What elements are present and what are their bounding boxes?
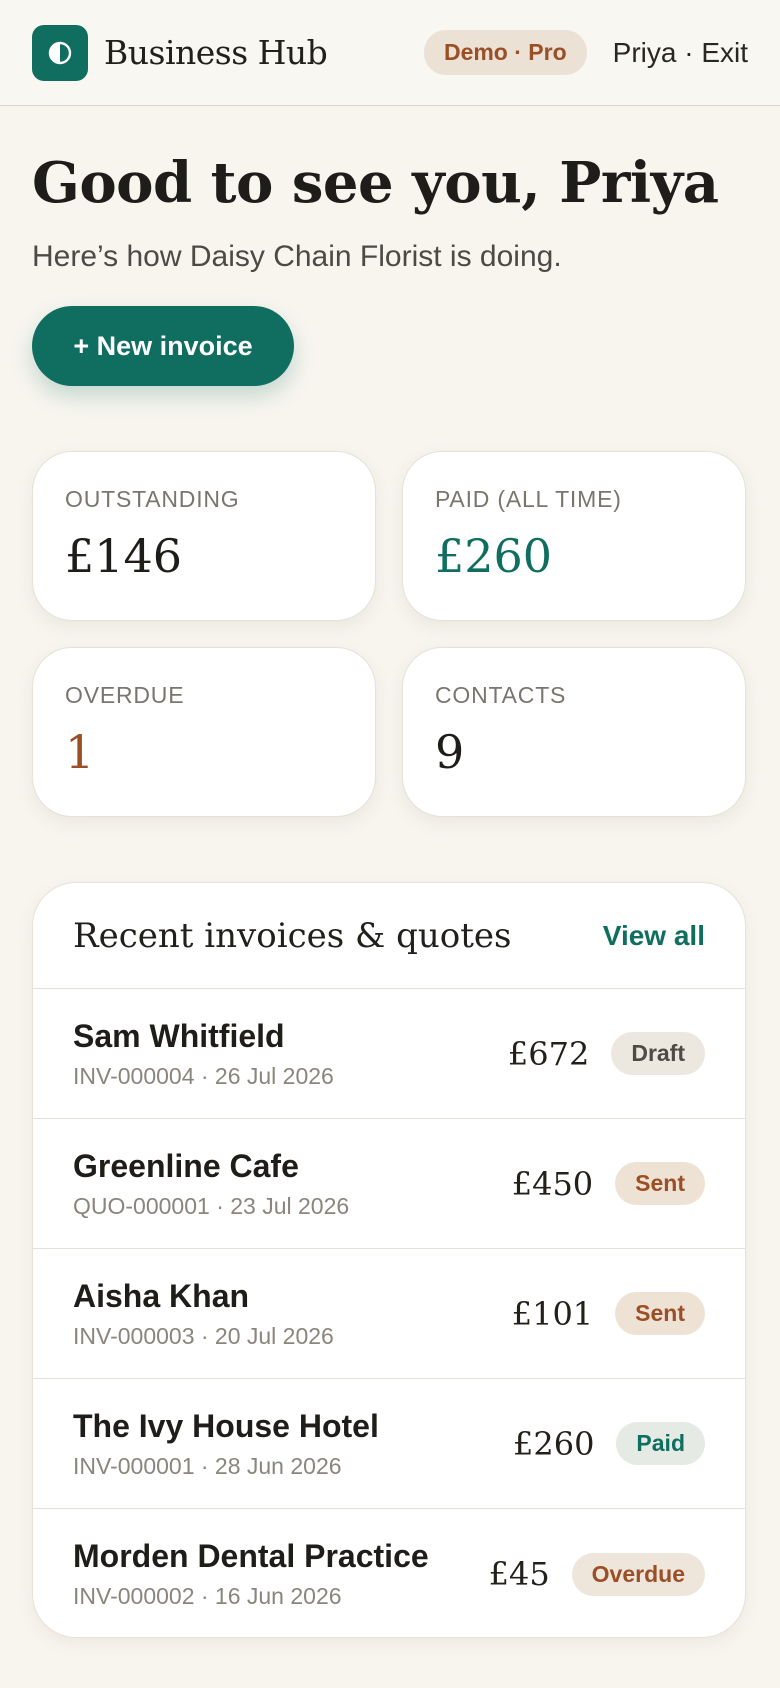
invoice-meta: QUO-000001 · 23 Jul 2026	[73, 1192, 350, 1219]
invoice-amount: £672	[507, 1034, 590, 1073]
invoice-info: Aisha Khan INV-000003 · 20 Jul 2026	[73, 1278, 512, 1350]
invoice-row[interactable]: The Ivy House Hotel INV-000001 · 28 Jun …	[33, 1379, 745, 1509]
recent-invoices-panel: Recent invoices & quotes View all Sam Wh…	[32, 882, 746, 1638]
half-circle-logo-icon[interactable]	[32, 24, 88, 81]
invoice-amount: £45	[488, 1555, 550, 1593]
stat-label: PAID (ALL TIME)	[435, 486, 622, 512]
invoice-amount: £260	[512, 1424, 595, 1463]
invoice-info: Sam Whitfield INV-000004 · 26 Jul 2026	[73, 1018, 508, 1090]
page-title: Good to see you, Priya	[32, 150, 719, 216]
invoice-row[interactable]: Morden Dental Practice INV-000002 · 16 J…	[33, 1509, 745, 1637]
stat-value: 9	[435, 725, 465, 779]
plan-badge: Demo · Pro	[423, 30, 587, 75]
stat-label: CONTACTS	[435, 682, 567, 708]
status-badge: Sent	[615, 1162, 705, 1205]
status-badge: Overdue	[571, 1552, 705, 1596]
client-name: Morden Dental Practice	[73, 1538, 429, 1574]
stat-label: OUTSTANDING	[65, 486, 240, 512]
invoice-meta: INV-000003 · 20 Jul 2026	[73, 1322, 334, 1349]
user-exit-link[interactable]: Priya · Exit	[613, 37, 748, 69]
invoice-meta: INV-000004 · 26 Jul 2026	[73, 1062, 334, 1089]
stat-value: £146	[65, 529, 183, 583]
client-name: The Ivy House Hotel	[73, 1407, 379, 1444]
page-subtitle: Here’s how Daisy Chain Florist is doing.	[32, 240, 562, 273]
stat-card-overdue[interactable]: OVERDUE 1	[32, 647, 376, 817]
stat-card-contacts[interactable]: CONTACTS 9	[402, 647, 746, 817]
invoice-row[interactable]: Sam Whitfield INV-000004 · 26 Jul 2026 £…	[33, 989, 745, 1119]
brand-name: Business Hub	[104, 33, 328, 72]
client-name: Greenline Cafe	[73, 1147, 299, 1184]
invoice-meta: INV-000001 · 28 Jun 2026	[73, 1452, 342, 1479]
top-bar: Business Hub Demo · Pro Priya · Exit	[0, 0, 780, 106]
invoice-row[interactable]: Aisha Khan INV-000003 · 20 Jul 2026 £101…	[33, 1249, 745, 1379]
invoice-meta: INV-000002 · 16 Jun 2026	[73, 1583, 342, 1609]
new-invoice-button[interactable]: + New invoice	[32, 306, 294, 386]
status-badge: Draft	[611, 1032, 705, 1075]
stat-value: £260	[435, 529, 553, 583]
client-name: Aisha Khan	[73, 1277, 250, 1314]
view-all-link[interactable]: View all	[603, 920, 705, 952]
stat-label: OVERDUE	[65, 682, 185, 708]
client-name: Sam Whitfield	[73, 1017, 285, 1054]
invoice-info: Morden Dental Practice INV-000002 · 16 J…	[73, 1538, 489, 1610]
stat-value: 1	[65, 725, 95, 779]
panel-title: Recent invoices & quotes	[73, 915, 512, 956]
panel-header: Recent invoices & quotes View all	[33, 883, 745, 989]
stat-card-paid[interactable]: PAID (ALL TIME) £260	[402, 451, 746, 621]
invoice-info: The Ivy House Hotel INV-000001 · 28 Jun …	[73, 1408, 513, 1480]
invoice-amount: £101	[511, 1294, 594, 1333]
status-badge: Sent	[615, 1292, 705, 1335]
invoice-info: Greenline Cafe QUO-000001 · 23 Jul 2026	[73, 1148, 512, 1220]
status-badge: Paid	[616, 1422, 705, 1465]
stat-card-outstanding[interactable]: OUTSTANDING £146	[32, 451, 376, 621]
invoice-row[interactable]: Greenline Cafe QUO-000001 · 23 Jul 2026 …	[33, 1119, 745, 1249]
invoice-amount: £450	[511, 1164, 594, 1203]
